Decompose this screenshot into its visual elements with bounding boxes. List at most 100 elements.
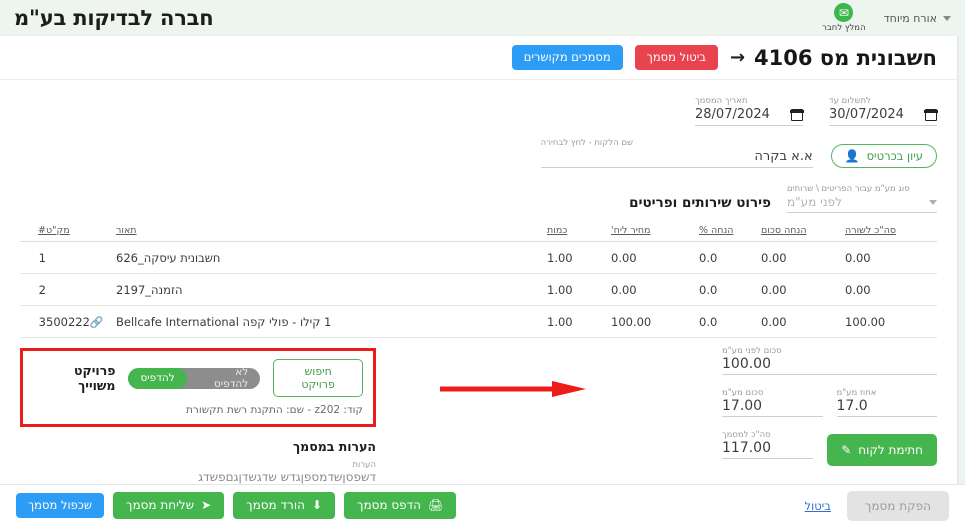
document-total-label: סה"כ למסמך — [722, 430, 771, 440]
printer-icon: 🖨 — [428, 497, 444, 512]
customer-label: שם הלקוח - לחץ לבחירה — [540, 138, 633, 148]
table-row[interactable]: 100.00 0.00 0.0 100.00 1.00 1 קילו - פולי קפה… — [20, 305, 937, 338]
print-document-button[interactable]: 🖨 הדפס מסמך — [344, 491, 457, 520]
dates-row: לתשלום עד 30/07/2024 תאריך המסמך 28/07/2… — [20, 90, 938, 126]
project-head: חיפוש פרויקט לא להדפיס להדפיס פרויקט משו… — [33, 359, 363, 397]
discount-sum-cell: 0.00 — [761, 241, 845, 274]
red-arrow-right-annotation — [440, 381, 586, 397]
invoice-page: אורח מיוחד ✉ המלץ לחבר חברה לבדיקות בע"מ… — [0, 0, 965, 526]
unit-price-cell: 0.00 — [611, 273, 699, 306]
sku-cell — [46, 273, 116, 306]
header-price[interactable]: מחיר ליח' — [611, 225, 699, 242]
cancel-link[interactable]: ביטול — [805, 499, 831, 513]
quantity-cell: 1.00 — [547, 241, 611, 274]
header-qty[interactable]: כמות — [547, 225, 611, 242]
user-menu[interactable]: אורח מיוחד — [884, 12, 951, 25]
issue-document-button[interactable]: הפקת מסמך — [846, 490, 949, 521]
discount-pct-cell: 0.0 — [699, 241, 761, 274]
send-document-button[interactable]: ➤ שליחת מסמך — [113, 491, 225, 520]
row-number-cell: 3 — [20, 305, 46, 338]
sku-cell — [46, 241, 116, 274]
description-cell: הזמנה_2197 — [116, 273, 547, 306]
document-header: חשבונית מס 4106 → ביטול מסמך מסמכים מקוש… — [0, 36, 957, 80]
cancel-document-button[interactable]: ביטול מסמך — [634, 45, 718, 70]
due-date-label: לתשלום עד — [829, 96, 871, 106]
vat-pct-value: 17.0 — [836, 398, 937, 417]
table-row[interactable]: 0.00 0.00 0.0 0.00 1.00 חשבונית עיסקה_626 1 — [20, 241, 937, 274]
customer-value: א.א בקרה — [540, 149, 813, 168]
header-discount-sum[interactable]: הנחה סכום — [761, 225, 845, 242]
before-vat-field[interactable]: סכום לפני מע"מ 100.00 — [722, 346, 937, 375]
row-number-cell: 1 — [20, 241, 46, 274]
vat-type-select[interactable]: סוג מע"מ עבור הפריטים \ שרותים לפני מע"מ — [787, 184, 937, 213]
search-project-button[interactable]: חיפוש פרויקט — [273, 359, 363, 397]
document-date-label: תאריך המסמך — [695, 96, 748, 106]
due-date-value: 30/07/2024 — [829, 107, 904, 122]
vat-pct-label: אחוז מע"מ — [836, 388, 877, 398]
top-bar-left: אורח מיוחד ✉ המלץ לחבר — [822, 3, 951, 33]
items-table: סה"כ לשורה הנחה סכום הנחה % מחיר ליח' כמ… — [20, 225, 937, 338]
vat-type-value: לפני מע"מ — [787, 195, 842, 209]
refer-friend-label: המלץ לחבר — [822, 23, 866, 33]
notes-title: הערות במסמך — [292, 439, 376, 454]
row-number-cell: 2 — [20, 273, 46, 306]
pencil-icon: ✎ — [841, 443, 852, 457]
print-project-toggle[interactable]: לא להדפיס להדפיס — [128, 367, 261, 389]
document-notes: הערות במסמך הערות דשפסןשדמספןגדש שדגשדןג… — [20, 439, 376, 488]
vat-pct-field[interactable]: אחוז מע"מ 17.0 — [836, 388, 937, 417]
top-bar: אורח מיוחד ✉ המלץ לחבר חברה לבדיקות בע"מ — [0, 0, 965, 36]
row-total-cell: 100.00 — [845, 305, 937, 338]
link-icon[interactable]: 🔗 — [90, 316, 104, 329]
linked-documents-button[interactable]: מסמכים מקושרים — [511, 45, 623, 70]
download-document-label: הורד מסמך — [246, 497, 305, 512]
unit-price-cell: 100.00 — [611, 305, 699, 338]
calendar-icon[interactable] — [790, 108, 804, 121]
download-icon: ⬇ — [311, 497, 322, 512]
header-num[interactable]: # — [20, 225, 46, 242]
due-date-value-wrap[interactable]: 30/07/2024 — [829, 107, 938, 126]
vat-sum-value: 17.00 — [722, 398, 823, 417]
quantity-cell: 1.00 — [547, 273, 611, 306]
linked-project-box: חיפוש פרויקט לא להדפיס להדפיס פרויקט משו… — [20, 348, 376, 427]
vat-sum-field[interactable]: סכום מע"מ 17.00 — [722, 388, 823, 417]
totals-panel: סכום לפני מע"מ 100.00 אחוז מע"מ 17.0 סכו… — [722, 344, 937, 472]
notes-label: הערות — [352, 460, 376, 470]
header-description[interactable]: תאור — [116, 225, 547, 242]
view-customer-card-button[interactable]: עיון בכרטיס 👤 — [830, 144, 937, 168]
document-total-value: 117.00 — [722, 440, 814, 459]
download-document-button[interactable]: ⬇ הורד מסמך — [233, 491, 335, 520]
user-menu-label: אורח מיוחד — [883, 11, 937, 25]
toggle-option-no-print[interactable]: לא להדפיס — [187, 368, 261, 389]
customer-signature-label: חתימת לקוח — [858, 443, 923, 457]
header-discount-pct[interactable]: הנחה % — [699, 225, 761, 242]
footer-left-actions: הפקת מסמך ביטול — [805, 490, 949, 521]
due-date-field[interactable]: לתשלום עד 30/07/2024 — [829, 96, 938, 126]
duplicate-document-button[interactable]: שכפול מסמך — [16, 493, 104, 518]
document-date-value-wrap[interactable]: 28/07/2024 — [695, 107, 804, 126]
customer-field[interactable]: שם הלקוח - לחץ לבחירה א.א בקרה — [540, 138, 813, 168]
row-total-cell: 0.00 — [845, 273, 937, 306]
table-row[interactable]: 0.00 0.00 0.0 0.00 1.00 הזמנה_2197 2 — [20, 273, 937, 306]
back-arrow-icon[interactable]: → — [730, 47, 745, 68]
items-table-head: סה"כ לשורה הנחה סכום הנחה % מחיר ליח' כמ… — [20, 225, 937, 242]
before-vat-value: 100.00 — [722, 356, 937, 375]
project-notes-column: חיפוש פרויקט לא להדפיס להדפיס פרויקט משו… — [20, 344, 376, 488]
document-date-field[interactable]: תאריך המסמך 28/07/2024 — [695, 96, 804, 126]
footer-action-bar: הפקת מסמך ביטול 🖨 הדפס מסמך ⬇ הורד מסמך … — [0, 484, 965, 526]
footer-right-actions: 🖨 הדפס מסמך ⬇ הורד מסמך ➤ שליחת מסמך שכפ… — [16, 491, 457, 520]
discount-sum-cell: 0.00 — [761, 305, 845, 338]
toggle-option-print[interactable]: להדפיס — [128, 367, 187, 389]
refer-friend-button[interactable]: ✉ המלץ לחבר — [822, 3, 866, 33]
header-sku[interactable]: מק"ט — [46, 225, 116, 242]
print-document-label: הדפס מסמך — [357, 497, 422, 512]
lower-section: סכום לפני מע"מ 100.00 אחוז מע"מ 17.0 סכו… — [20, 344, 937, 488]
vat-type-value-wrap[interactable]: לפני מע"מ — [787, 195, 937, 213]
sku-cell: 🔗500222 — [46, 305, 116, 338]
document-date-value: 28/07/2024 — [695, 107, 770, 122]
customer-signature-button[interactable]: חתימת לקוח ✎ — [827, 434, 937, 466]
header-row-total[interactable]: סה"כ לשורה — [845, 225, 937, 242]
calendar-icon[interactable] — [924, 108, 938, 121]
whatsapp-icon: ✉ — [834, 3, 854, 22]
discount-sum-cell: 0.00 — [761, 273, 845, 306]
discount-pct-cell: 0.0 — [699, 305, 761, 338]
